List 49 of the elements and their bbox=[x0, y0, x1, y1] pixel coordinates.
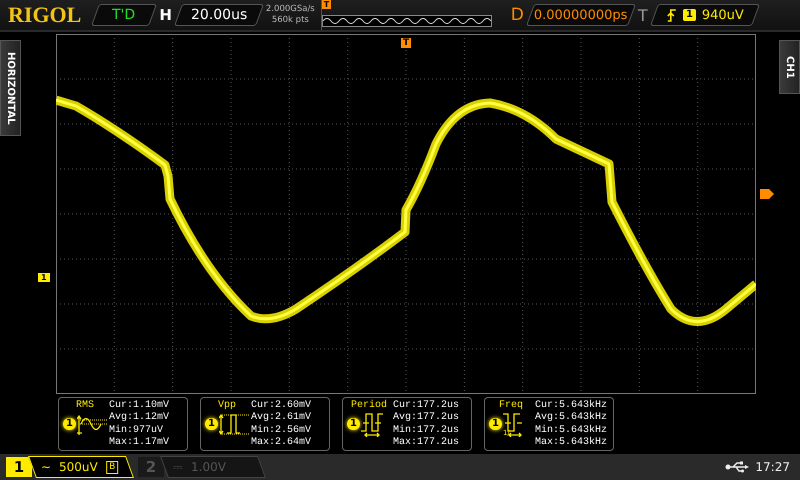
average-value: Avg:5.643kHz bbox=[534, 412, 607, 424]
channel-tab[interactable]: CH1 bbox=[779, 40, 800, 94]
average-value: Avg:2.61mV bbox=[250, 412, 311, 424]
minimum-value: Min:977uV bbox=[108, 424, 164, 437]
minimum-value: Min:177.2us bbox=[392, 424, 459, 437]
maximum-value: Max:1.17mV bbox=[108, 436, 169, 450]
delay-value[interactable]: 0.00000000ps bbox=[526, 4, 636, 26]
timebase-value[interactable]: 20.00us bbox=[174, 4, 264, 26]
trigger-label: T bbox=[638, 6, 648, 24]
memory-depth: 560k pts bbox=[272, 15, 309, 26]
trigger-level-marker-icon bbox=[760, 189, 774, 199]
channel-badge: 1 bbox=[347, 418, 360, 430]
bandwidth-limit-badge: B bbox=[106, 460, 118, 474]
trigger-position-marker: T bbox=[322, 0, 332, 9]
average-value: Avg:1.12mV bbox=[108, 412, 169, 424]
channel-badge: 1 bbox=[205, 418, 218, 430]
channel-badge: 1 bbox=[63, 418, 76, 430]
channel-number[interactable]: 1 bbox=[6, 457, 32, 477]
horizontal-tab[interactable]: HORIZONTAL bbox=[0, 40, 21, 136]
measurement-name: RMS bbox=[76, 400, 94, 411]
peak-to-peak-icon bbox=[218, 411, 249, 437]
clock-time: 17:27 bbox=[755, 460, 790, 474]
brand-logo: RIGOL bbox=[8, 2, 82, 28]
current-value: Cur:1.10mV bbox=[108, 400, 169, 412]
channel-scale-tab[interactable]: ~ 500uV B bbox=[28, 456, 134, 478]
maximum-value: Max:2.64mV bbox=[250, 436, 311, 450]
timebase-label: H bbox=[159, 6, 172, 24]
channel-offset-marker: 1 bbox=[38, 273, 50, 282]
average-value: Avg:177.2us bbox=[392, 412, 459, 424]
minimum-value: Min:5.643kHz bbox=[534, 424, 607, 436]
current-value: Cur:2.60mV bbox=[250, 400, 311, 412]
measurement-name: Freq bbox=[498, 400, 523, 411]
trigger-source-badge: 1 bbox=[682, 9, 696, 21]
trigger-position-marker: T bbox=[401, 38, 412, 48]
run-status[interactable]: T'D bbox=[91, 4, 158, 26]
channel-badge: 1 bbox=[489, 418, 502, 430]
overview-waveform-icon bbox=[322, 15, 492, 27]
trigger-setting[interactable]: 1 940uV bbox=[650, 4, 760, 26]
delay-label: D bbox=[510, 5, 524, 25]
measurement-name: Period bbox=[350, 400, 387, 411]
maximum-value: Max:5.643kHz bbox=[534, 436, 607, 450]
measurement-name: Vpp bbox=[218, 400, 236, 411]
usb-icon bbox=[725, 461, 750, 473]
current-value: Cur:177.2us bbox=[392, 400, 459, 412]
rising-edge-icon bbox=[666, 8, 676, 22]
current-value: Cur:5.643kHz bbox=[534, 400, 607, 412]
sample-rate: 2.000GSa/s bbox=[266, 4, 315, 15]
minimum-value: Min:2.56mV bbox=[250, 424, 311, 437]
maximum-value: Max:177.2us bbox=[392, 436, 459, 450]
